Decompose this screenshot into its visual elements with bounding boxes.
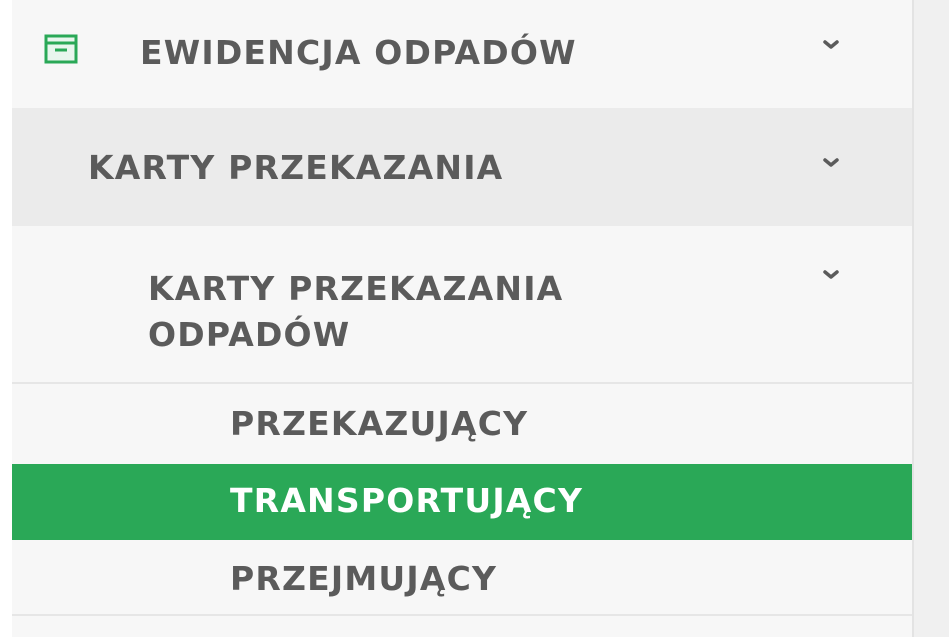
- sidebar-item-transportujacy[interactable]: TRANSPORTUJĄCY: [12, 464, 912, 540]
- main-content-area: [914, 0, 949, 637]
- sidebar-nav: EWIDENCJA ODPADÓW KARTY PRZEKAZANIA KART…: [12, 0, 912, 637]
- sidebar-item-label: TRANSPORTUJĄCY: [230, 481, 584, 520]
- left-gutter: [0, 0, 12, 637]
- sidebar-item-przejmujacy[interactable]: PRZEJMUJĄCY: [12, 540, 912, 616]
- archive-icon: [44, 34, 78, 64]
- sidebar-item-karty-przekazania-odpadow[interactable]: KARTY PRZEKAZANIA ODPADÓW: [12, 226, 912, 384]
- chevron-down-icon: [823, 158, 839, 167]
- chevron-down-icon: [823, 40, 839, 49]
- sidebar-item-karty-przekazania[interactable]: KARTY PRZEKAZANIA: [12, 108, 912, 226]
- sidebar-item-label: PRZEJMUJĄCY: [230, 559, 498, 598]
- sidebar-item-przekazujacy[interactable]: PRZEKAZUJĄCY: [12, 384, 912, 464]
- sidebar-item-label: EWIDENCJA ODPADÓW: [140, 33, 577, 72]
- sidebar-item-label: KARTY PRZEKAZANIA ODPADÓW: [148, 269, 564, 354]
- sidebar-item-label: KARTY PRZEKAZANIA: [88, 148, 504, 187]
- sidebar-item-ewidencja-odpadow[interactable]: EWIDENCJA ODPADÓW: [12, 0, 912, 108]
- chevron-down-icon: [823, 270, 839, 279]
- sidebar-item-label: PRZEKAZUJĄCY: [230, 404, 529, 443]
